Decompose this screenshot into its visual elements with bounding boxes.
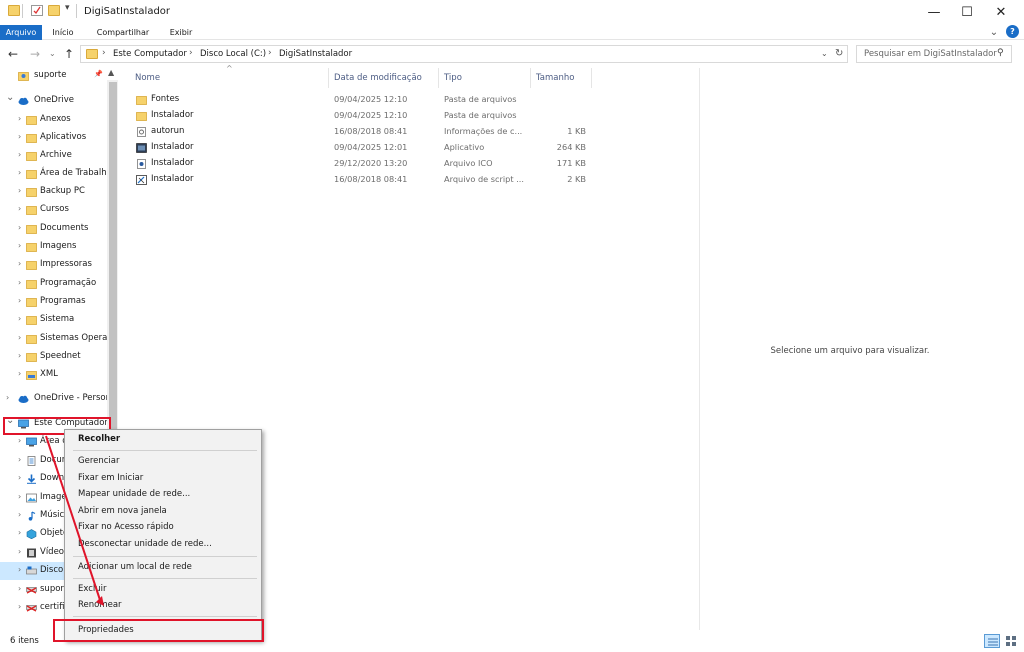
annotation-arrow	[45, 435, 104, 606]
